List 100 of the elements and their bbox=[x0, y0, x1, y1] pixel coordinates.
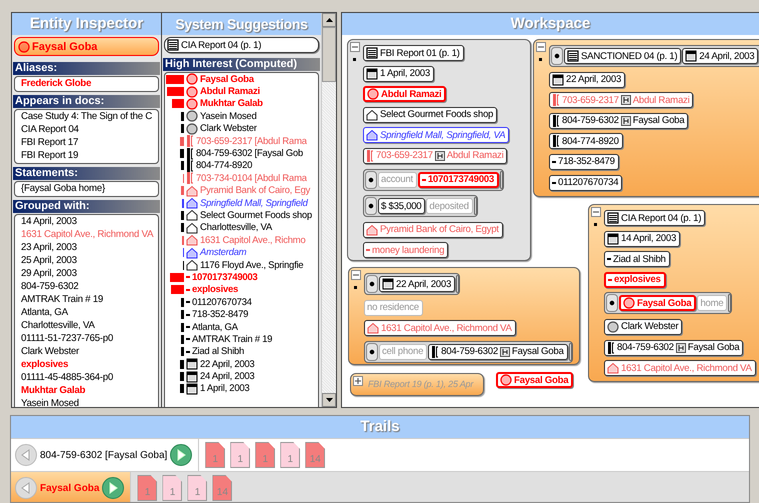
collapse-icon[interactable] bbox=[591, 207, 601, 217]
person-chip[interactable]: Clark Webster bbox=[604, 318, 682, 335]
document-chip[interactable]: SANCTIONED 04 (p. 1) bbox=[564, 48, 682, 64]
relevance-bar bbox=[181, 223, 184, 232]
list-item[interactable]: 25 April, 2003 bbox=[21, 254, 158, 267]
house-icon bbox=[607, 362, 619, 374]
item-chip[interactable]: Atlanta, GA bbox=[186, 321, 238, 333]
item-chip[interactable]: Ziad al Shibh bbox=[604, 251, 670, 268]
drag-handle[interactable] bbox=[365, 170, 377, 189]
list-item[interactable]: {Faysal Goba home} bbox=[21, 182, 158, 195]
item-chip[interactable]: explosives bbox=[186, 284, 238, 296]
phone-chip[interactable]: 804-759-6302 Faysal Goba bbox=[604, 340, 744, 356]
date-chip[interactable]: 22 April, 2003 bbox=[186, 358, 254, 370]
calendar-icon bbox=[382, 278, 394, 290]
person-chip[interactable]: Faysal Goba bbox=[186, 73, 254, 86]
place-chip[interactable]: 1176 Floyd Ave., Springfie bbox=[186, 259, 304, 272]
link-icon bbox=[676, 342, 686, 353]
list-item[interactable]: 23 April, 2003 bbox=[21, 241, 158, 254]
forward-button[interactable] bbox=[102, 477, 124, 499]
list-item[interactable]: FBI Report 17 bbox=[21, 136, 158, 149]
person-chip[interactable]: Abdul Ramazi bbox=[186, 86, 260, 98]
collapse-icon[interactable] bbox=[350, 42, 360, 52]
item-chip[interactable]: 718-352-8479 bbox=[186, 308, 248, 321]
money-chip[interactable]: $ $35,000 bbox=[378, 198, 426, 214]
forward-button[interactable] bbox=[170, 444, 192, 466]
drag-handle[interactable] bbox=[366, 342, 378, 361]
phone-icon bbox=[552, 114, 560, 127]
date-chip[interactable]: 22 April, 2003 bbox=[379, 276, 456, 292]
place-chip[interactable]: Select Gourmet Foods shop bbox=[363, 106, 498, 123]
expand-icon[interactable] bbox=[353, 376, 363, 386]
section-header: Aliases: bbox=[13, 62, 160, 75]
person-chip[interactable]: Abdul Ramazi bbox=[363, 86, 446, 102]
list-item[interactable]: 29 April, 2003 bbox=[21, 267, 158, 280]
list-item[interactable]: CIA Report 04 bbox=[21, 123, 158, 136]
item-chip[interactable]: 011207670734 bbox=[186, 296, 252, 308]
place-chip[interactable]: Springfield Mall, Springfield, VA bbox=[363, 127, 510, 144]
drag-handle[interactable] bbox=[366, 275, 378, 293]
list-item[interactable]: 01111-45-4885-364-p0 bbox=[21, 371, 158, 384]
date-chip[interactable]: 24 April, 2003 bbox=[682, 48, 758, 64]
drag-handle[interactable] bbox=[365, 197, 377, 216]
date-chip[interactable]: 1 April, 2003 bbox=[186, 382, 250, 395]
phone-chip[interactable]: 804-759-6302 Faysal Goba bbox=[549, 112, 688, 129]
trail-label: Faysal Goba bbox=[40, 482, 100, 494]
list-item[interactable]: Clark Webster bbox=[21, 345, 158, 358]
phone-chip[interactable]: 804-774-8920 bbox=[549, 133, 623, 150]
person-chip[interactable]: Faysal Goba bbox=[496, 372, 574, 388]
collapse-icon[interactable] bbox=[536, 42, 546, 52]
list-item[interactable]: Mukhtar Galab bbox=[21, 384, 158, 397]
list-item[interactable]: explosives bbox=[21, 358, 158, 371]
place-chip[interactable]: Charlottesville, VA bbox=[186, 222, 272, 234]
list-item[interactable]: Frederick Globe bbox=[21, 77, 158, 90]
drag-handle[interactable] bbox=[606, 294, 618, 312]
person-chip[interactable]: Mukhtar Galab bbox=[186, 98, 263, 110]
phone-chip[interactable]: 804-774-8920 bbox=[186, 160, 252, 172]
list-item[interactable]: AMTRAK Train # 19 bbox=[21, 293, 158, 306]
place-chip[interactable]: Select Gourmet Foods shop bbox=[186, 209, 312, 222]
list-item[interactable]: 01111-51-7237-765-p0 bbox=[21, 332, 158, 345]
phone-chip[interactable]: 804-759-6302 [Faysal Gob bbox=[186, 148, 303, 160]
item-chip[interactable]: 718-352-8479 bbox=[549, 154, 619, 170]
phone-icon bbox=[552, 135, 560, 148]
place-chip[interactable]: Springfield Mall, Springfield bbox=[186, 197, 308, 210]
document-chip[interactable]: FBI Report 01 (p. 1) bbox=[363, 45, 464, 61]
house-icon bbox=[186, 234, 198, 246]
item-chip[interactable]: 1070173749003 bbox=[418, 172, 499, 188]
relevance-bar bbox=[171, 285, 184, 294]
person-icon bbox=[186, 73, 198, 86]
relevance-bar bbox=[167, 87, 184, 96]
list-item[interactable]: FBI Report 19 bbox=[21, 149, 158, 162]
list-item[interactable]: 14 April, 2003 bbox=[21, 215, 158, 228]
list-item[interactable]: Yasein Mosed bbox=[21, 397, 158, 407]
person-icon bbox=[623, 297, 635, 310]
list-item[interactable]: Atlanta, GA bbox=[21, 306, 158, 319]
item-chip[interactable]: Ziad al Shibh bbox=[186, 346, 244, 358]
person-chip[interactable]: Clark Webster bbox=[186, 122, 257, 135]
place-chip[interactable]: Amsterdam bbox=[186, 246, 246, 259]
drag-handle[interactable] bbox=[551, 47, 563, 65]
list-item[interactable]: Charlottesville, VA bbox=[21, 319, 158, 332]
scrollbar-thumb[interactable] bbox=[322, 27, 336, 82]
person-icon bbox=[186, 98, 198, 110]
item-chip[interactable]: 011207670734 bbox=[549, 174, 622, 191]
document-chip[interactable]: CIA Report 04 (p. 1) bbox=[164, 37, 319, 53]
scroll-up-button[interactable] bbox=[322, 13, 336, 27]
document-chip[interactable]: CIA Report 04 (p. 1) bbox=[604, 210, 706, 226]
item-chip[interactable]: explosives bbox=[604, 272, 666, 288]
scroll-down-button[interactable] bbox=[322, 393, 336, 407]
person-chip[interactable]: Faysal Goba bbox=[619, 295, 696, 312]
dash-icon bbox=[186, 314, 190, 316]
item-chip[interactable]: AMTRAK Train # 19 bbox=[186, 333, 272, 346]
relevance-bar bbox=[181, 112, 184, 121]
date-chip[interactable]: 1 April, 2003 bbox=[363, 66, 434, 82]
list-item[interactable]: 804-759-6302 bbox=[21, 280, 158, 293]
person-icon bbox=[186, 110, 198, 122]
phone-chip[interactable]: 804-759-6302 Faysal Goba bbox=[428, 344, 568, 360]
list-item[interactable]: Case Study 4: The Sign of the C bbox=[21, 110, 158, 123]
date-chip[interactable]: 22 April, 2003 bbox=[549, 72, 626, 88]
collapse-icon[interactable] bbox=[351, 270, 361, 280]
person-chip[interactable]: Yasein Mosed bbox=[186, 110, 256, 122]
item-chip[interactable]: 1070173749003 bbox=[186, 271, 258, 284]
date-chip[interactable]: 24 April, 2003 bbox=[186, 370, 254, 383]
date-chip[interactable]: 14 April, 2003 bbox=[604, 230, 680, 247]
